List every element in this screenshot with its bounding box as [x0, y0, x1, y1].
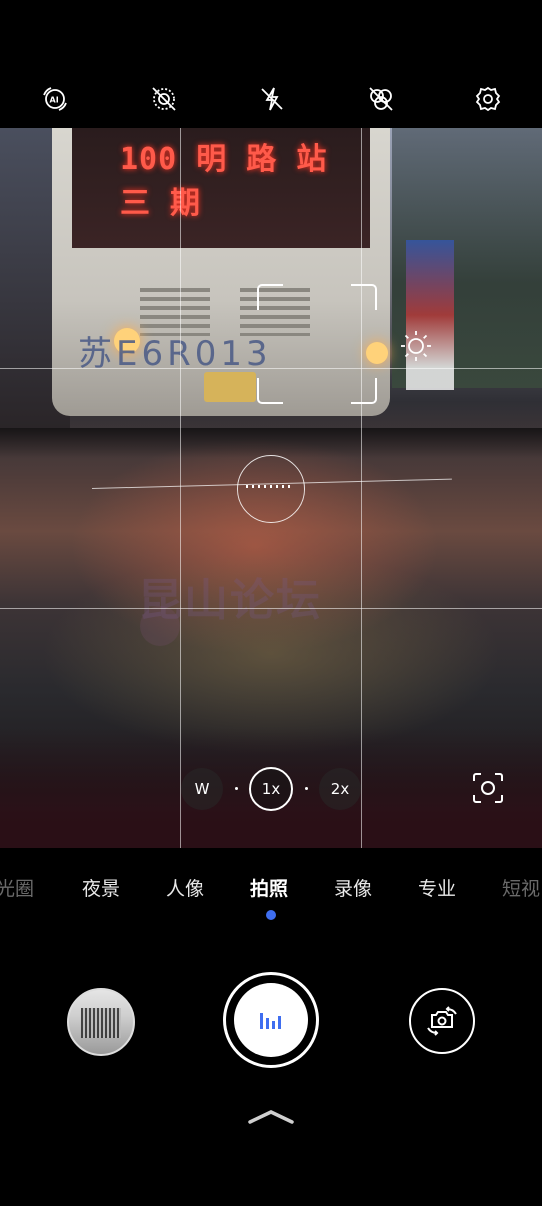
- focus-corner-tr: [351, 284, 377, 310]
- exposure-sun-icon[interactable]: [398, 328, 434, 364]
- grid-line-v1: [180, 128, 181, 848]
- svg-text:AI: AI: [50, 96, 59, 105]
- level-indicator-circle: [237, 455, 305, 523]
- watermark-text: 昆山论坛: [138, 575, 322, 626]
- mode-portrait[interactable]: 人像: [166, 874, 204, 901]
- audio-bars-icon: [260, 1013, 281, 1029]
- switch-camera-icon: [427, 1006, 457, 1036]
- flash-off-icon[interactable]: [257, 84, 287, 114]
- grid-line-v2: [361, 128, 362, 848]
- zoom-1x-button[interactable]: 1x: [249, 767, 293, 811]
- camera-app: AI 100 明 路 站 三 期 苏E6R013 昆山论坛 W 1x 2x 光圈…: [0, 0, 542, 1206]
- mode-aperture[interactable]: 光圈: [0, 874, 34, 901]
- chevron-up-icon[interactable]: [246, 1106, 296, 1128]
- zoom-2x-button[interactable]: 2x: [319, 768, 361, 810]
- active-mode-indicator: [266, 910, 276, 920]
- zoom-separator-dot: [305, 787, 308, 790]
- bus-led-text: 100 明 路 站 三 期: [120, 142, 328, 221]
- viewfinder[interactable]: 100 明 路 站 三 期 苏E6R013 昆山论坛 W 1x 2x: [0, 128, 542, 848]
- focus-corner-br: [351, 378, 377, 404]
- settings-icon[interactable]: [473, 84, 503, 114]
- gallery-thumbnail[interactable]: [67, 988, 135, 1056]
- mode-photo[interactable]: 拍照: [250, 874, 288, 901]
- ai-icon[interactable]: AI: [40, 84, 70, 114]
- mode-selector: 光圈 夜景 人像 拍照 录像 专业 短视: [0, 866, 542, 906]
- level-indicator-dots: [246, 485, 294, 488]
- gallery-thumbnail-image: [81, 1008, 121, 1038]
- bus-led-display: 100 明 路 站 三 期: [72, 128, 370, 248]
- mode-night[interactable]: 夜景: [82, 874, 120, 901]
- bus-small-plate: [204, 372, 256, 402]
- shutter-button[interactable]: [223, 972, 319, 1068]
- switch-camera-button[interactable]: [409, 988, 475, 1054]
- lens-switch-icon[interactable]: [470, 770, 506, 806]
- mode-pro[interactable]: 专业: [418, 874, 456, 901]
- grid-line-h2: [0, 608, 542, 609]
- focus-corner-tl: [257, 284, 283, 310]
- zoom-wide-button[interactable]: W: [181, 768, 223, 810]
- shutter-inner: [234, 983, 308, 1057]
- hdr-off-icon[interactable]: [149, 84, 179, 114]
- filter-off-icon[interactable]: [366, 84, 396, 114]
- top-toolbar: AI: [0, 70, 542, 128]
- focus-frame: [257, 284, 377, 404]
- mode-video[interactable]: 录像: [334, 874, 372, 901]
- zoom-separator-dot: [235, 787, 238, 790]
- scene-dashboard-top: [0, 428, 542, 458]
- mode-short-video[interactable]: 短视: [502, 874, 540, 901]
- focus-corner-bl: [257, 378, 283, 404]
